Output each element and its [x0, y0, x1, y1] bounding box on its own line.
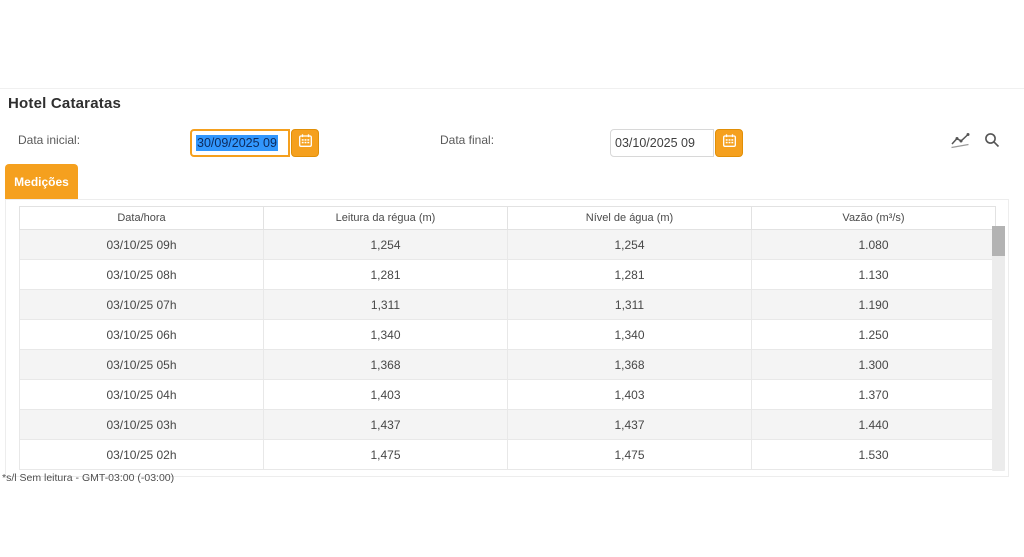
calendar-icon [298, 133, 313, 153]
table-cell: 03/10/25 02h [20, 440, 264, 470]
table-cell: 03/10/25 07h [20, 290, 264, 320]
table-row: 03/10/25 08h1,2811,2811.130 [20, 260, 996, 290]
column-header: Data/hora [20, 207, 264, 230]
page-title: Hotel Cataratas [8, 95, 121, 112]
table-cell: 03/10/25 03h [20, 410, 264, 440]
measurements-table: Data/horaLeitura da régua (m)Nível de ág… [19, 206, 996, 470]
end-date-group: 03/10/2025 09 [610, 129, 743, 157]
table-cell: 03/10/25 09h [20, 230, 264, 260]
table-cell: 03/10/25 08h [20, 260, 264, 290]
table-row: 03/10/25 02h1,4751,4751.530 [20, 440, 996, 470]
table-cell: 1.300 [752, 350, 996, 380]
table-cell: 1.370 [752, 380, 996, 410]
timezone-note: *s/l Sem leitura - GMT-03:00 (-03:00) [2, 472, 174, 484]
start-date-label: Data inicial: [18, 133, 80, 147]
tab-medicoes[interactable]: Medições [5, 164, 78, 199]
table-cell: 1.530 [752, 440, 996, 470]
table-cell: 1,475 [264, 440, 508, 470]
scrollbar-thumb[interactable] [992, 226, 1005, 256]
table-cell: 1.250 [752, 320, 996, 350]
start-date-calendar-button[interactable] [291, 129, 319, 157]
toolbar-actions [950, 131, 1002, 149]
table-cell: 1,437 [508, 410, 752, 440]
table-row: 03/10/25 03h1,4371,4371.440 [20, 410, 996, 440]
table-cell: 1,311 [508, 290, 752, 320]
table-cell: 1,254 [264, 230, 508, 260]
table-cell: 1,475 [508, 440, 752, 470]
measurements-panel: Data/horaLeitura da régua (m)Nível de ág… [5, 199, 1009, 477]
table-cell: 1,340 [264, 320, 508, 350]
column-header: Nível de água (m) [508, 207, 752, 230]
table-row: 03/10/25 06h1,3401,3401.250 [20, 320, 996, 350]
calendar-icon [722, 133, 737, 153]
table-cell: 1.080 [752, 230, 996, 260]
table-header-row: Data/horaLeitura da régua (m)Nível de ág… [20, 207, 996, 230]
start-date-group: 30/09/2025 09 [190, 129, 319, 157]
start-date-value: 30/09/2025 09 [196, 135, 278, 151]
start-date-input[interactable]: 30/09/2025 09 [190, 129, 290, 157]
table-cell: 03/10/25 06h [20, 320, 264, 350]
table-cell: 1.440 [752, 410, 996, 440]
end-date-value: 03/10/2025 09 [615, 136, 695, 150]
column-header: Leitura da régua (m) [264, 207, 508, 230]
table-cell: 1,368 [264, 350, 508, 380]
search-icon[interactable] [982, 131, 1002, 149]
end-date-input[interactable]: 03/10/2025 09 [610, 129, 714, 157]
table-row: 03/10/25 07h1,3111,3111.190 [20, 290, 996, 320]
table-cell: 1,403 [264, 380, 508, 410]
table-row: 03/10/25 05h1,3681,3681.300 [20, 350, 996, 380]
table-cell: 1,281 [508, 260, 752, 290]
table-row: 03/10/25 09h1,2541,2541.080 [20, 230, 996, 260]
table-cell: 1,437 [264, 410, 508, 440]
app-page: Hotel Cataratas Data inicial: 30/09/2025… [0, 0, 1024, 557]
table-scrollbar[interactable] [992, 226, 1005, 471]
table-row: 03/10/25 04h1,4031,4031.370 [20, 380, 996, 410]
end-date-calendar-button[interactable] [715, 129, 743, 157]
table-cell: 1.190 [752, 290, 996, 320]
table-cell: 1,281 [264, 260, 508, 290]
table-cell: 1,340 [508, 320, 752, 350]
table-cell: 1,403 [508, 380, 752, 410]
column-header: Vazão (m³/s) [752, 207, 996, 230]
table-cell: 03/10/25 04h [20, 380, 264, 410]
table-cell: 1,368 [508, 350, 752, 380]
table-body: 03/10/25 09h1,2541,2541.08003/10/25 08h1… [20, 230, 996, 470]
table-cell: 1,254 [508, 230, 752, 260]
line-chart-icon[interactable] [950, 131, 970, 149]
header-divider [0, 88, 1024, 89]
end-date-label: Data final: [440, 133, 494, 147]
table-cell: 1,311 [264, 290, 508, 320]
table-cell: 03/10/25 05h [20, 350, 264, 380]
table-cell: 1.130 [752, 260, 996, 290]
